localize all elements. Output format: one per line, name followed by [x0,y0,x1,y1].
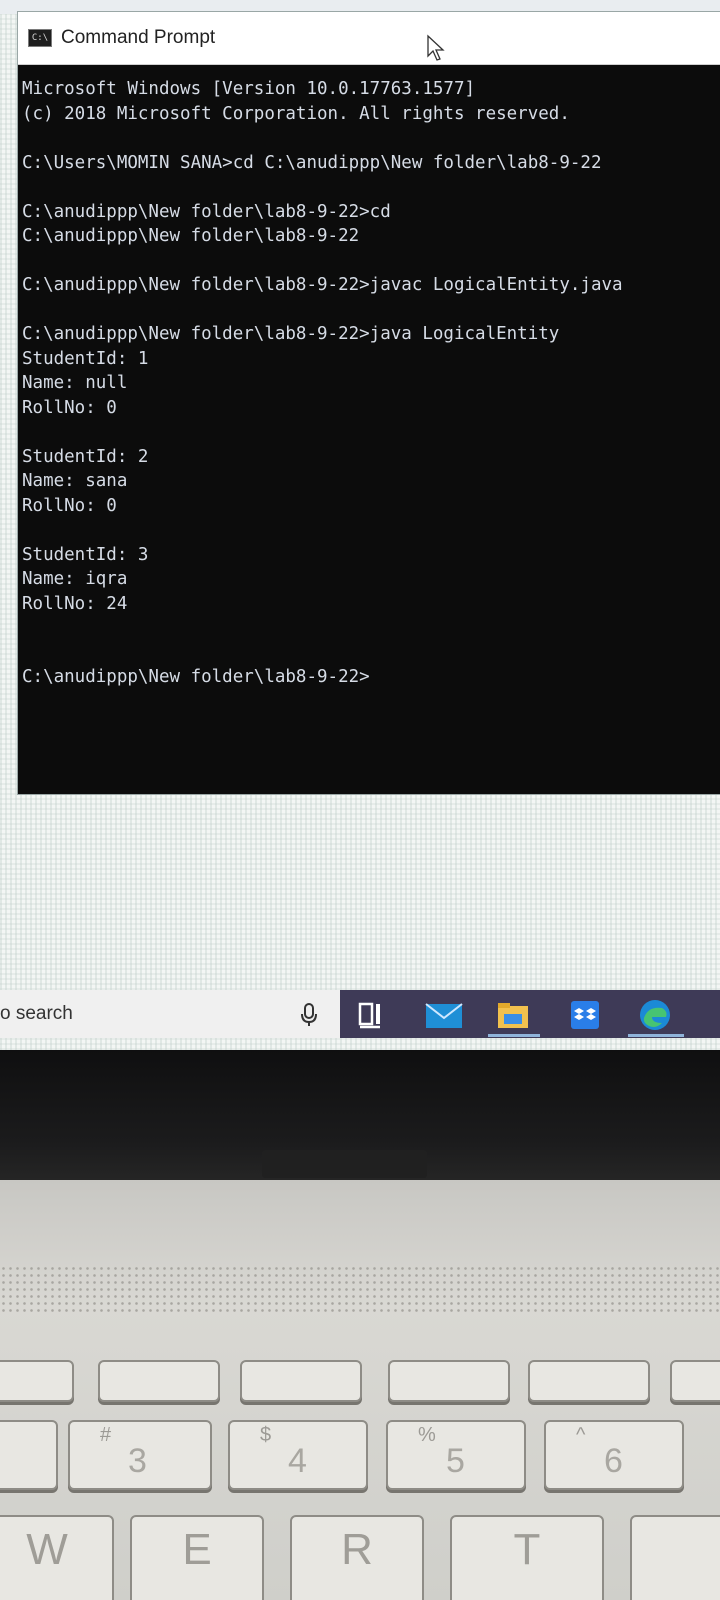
laptop-screen: C:\ Command Prompt Microsoft Windows [Ve… [0,0,720,1050]
key-number: 4 [288,1442,307,1480]
key-number: 5 [446,1442,465,1480]
edge-icon[interactable] [636,998,674,1032]
taskbar-search-box[interactable]: o search [0,990,340,1038]
console-line: RollNo: 24 [22,593,128,614]
key-letter: T [513,1525,541,1574]
laptop-hinge [262,1150,427,1178]
console-output[interactable]: Microsoft Windows [Version 10.0.17763.15… [18,65,720,690]
console-line: RollNo: 0 [22,495,117,516]
console-line: StudentId: 1 [22,348,149,369]
dropbox-icon[interactable] [568,998,602,1032]
key-number: 6 [604,1442,623,1480]
key-4[interactable]: $ 4 [228,1420,368,1490]
key-symbol: # [100,1424,112,1446]
function-key[interactable] [98,1360,220,1402]
taskbar: o search [0,990,720,1038]
console-line: StudentId: 3 [22,544,149,565]
function-key[interactable] [240,1360,362,1402]
edge-active-indicator [628,1034,684,1037]
window-titlebar[interactable]: C:\ Command Prompt [18,12,720,65]
key-e[interactable]: E [130,1515,264,1600]
function-key[interactable] [528,1360,650,1402]
console-line: RollNo: 0 [22,397,117,418]
key-t[interactable]: T [450,1515,604,1600]
key-letter: R [341,1525,373,1574]
key-3[interactable]: # 3 [68,1420,212,1490]
key-w[interactable]: W [0,1515,114,1600]
key-2[interactable] [0,1420,58,1490]
function-key[interactable] [0,1360,74,1402]
microphone-icon[interactable] [298,1002,320,1028]
file-explorer-icon[interactable] [496,998,530,1032]
key-letter: E [182,1525,212,1574]
function-key[interactable] [388,1360,510,1402]
key-y[interactable] [630,1515,720,1600]
window-title: Command Prompt [61,27,216,48]
console-line: C:\anudippp\New folder\lab8-9-22> [22,667,370,687]
task-view-icon[interactable] [356,998,390,1032]
key-number: 3 [128,1442,147,1480]
console-line: C:\anudippp\New folder\lab8-9-22>javac L… [22,275,623,295]
key-symbol: % [418,1424,436,1446]
key-symbol: ^ [576,1424,586,1446]
console-line: Name: iqra [22,569,128,589]
key-letter: W [26,1525,68,1574]
key-6[interactable]: ^ 6 [544,1420,684,1490]
search-placeholder: o search [0,1003,73,1024]
key-5[interactable]: % 5 [386,1420,526,1490]
photo-stage: C:\ Command Prompt Microsoft Windows [Ve… [0,0,720,1600]
mail-icon[interactable] [424,998,464,1032]
speaker-grille [0,1265,720,1315]
console-line: C:\anudippp\New folder\lab8-9-22 [22,226,360,246]
function-key[interactable] [670,1360,720,1402]
explorer-active-indicator [488,1034,540,1037]
console-line: C:\anudippp\New folder\lab8-9-22>java Lo… [22,324,560,344]
console-line: Name: null [22,373,128,393]
console-line: Microsoft Windows [Version 10.0.17763.15… [22,79,476,99]
key-symbol: $ [260,1424,272,1446]
command-prompt-window[interactable]: C:\ Command Prompt Microsoft Windows [Ve… [18,12,720,794]
console-line: C:\Users\MOMIN SANA>cd C:\anudippp\New f… [22,152,602,173]
console-line: C:\anudippp\New folder\lab8-9-22>cd [22,201,391,222]
console-line: StudentId: 2 [22,446,149,467]
key-r[interactable]: R [290,1515,424,1600]
console-line: Name: sana [22,471,128,491]
mouse-cursor-icon [427,34,445,61]
console-line: (c) 2018 Microsoft Corporation. All righ… [22,103,570,124]
cmd-icon: C:\ [28,29,52,47]
